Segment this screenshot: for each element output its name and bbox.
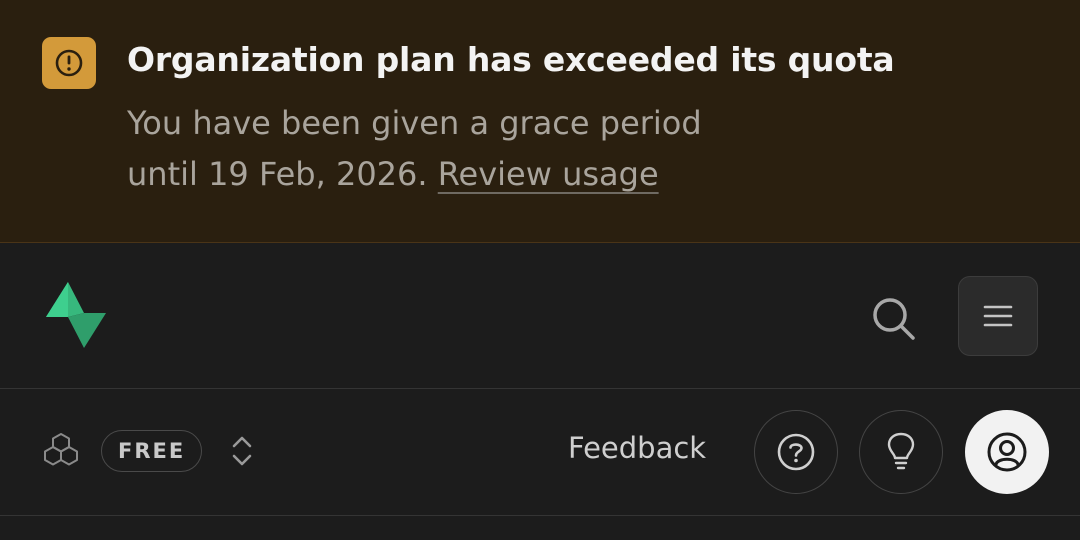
search-icon[interactable] [868,293,918,343]
top-navigation-bar [0,243,1080,389]
plan-badge: FREE [101,430,203,472]
chevron-up-down-icon[interactable] [228,433,256,469]
whats-new-button[interactable] [859,410,943,494]
menu-icon [983,305,1013,327]
feedback-button[interactable]: Feedback [568,431,706,465]
user-icon [987,432,1027,472]
banner-title: Organization plan has exceeded its quota [127,40,895,79]
alert-icon [42,37,96,89]
supabase-logo[interactable] [42,281,110,349]
menu-button[interactable] [958,276,1038,356]
banner-message: You have been given a grace period until… [127,98,747,200]
profile-button[interactable] [965,410,1049,494]
quota-banner: Organization plan has exceeded its quota… [0,0,1080,243]
organization-bar: FREE Feedback [0,389,1080,516]
cubes-icon [42,431,80,469]
help-icon [777,433,815,471]
help-button[interactable] [754,410,838,494]
review-usage-link[interactable]: Review usage [438,155,659,193]
lightbulb-icon [887,432,915,470]
page-content-edge [0,516,1080,540]
